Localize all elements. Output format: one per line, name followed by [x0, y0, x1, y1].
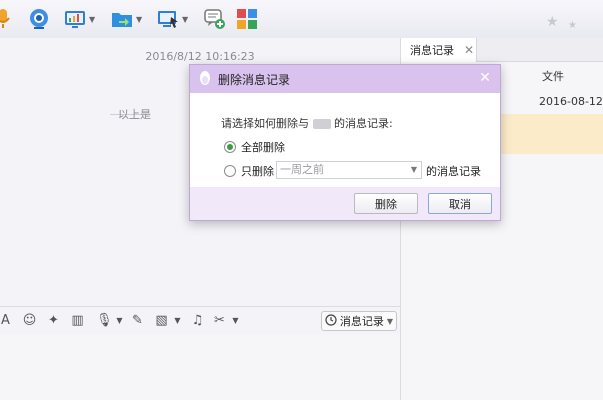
chevron-down-icon: ▼	[386, 316, 394, 326]
create-group-button[interactable]	[204, 6, 226, 32]
create-group-icon	[204, 8, 226, 30]
chevron-down-icon[interactable]: ▼	[182, 15, 188, 24]
delete-record-dialog: 删除消息记录 ✕ 请选择如何删除与 的消息记录: 全部删除 只删除 一周之前 ▼…	[189, 64, 501, 221]
time-range-select[interactable]: 一周之前 ▼	[276, 161, 422, 179]
main-toolbar: ▼ ▼ ▼ ★ ★	[0, 0, 603, 38]
dialog-footer: 删除 取消	[190, 187, 500, 220]
star-decoration-icon: ★	[546, 14, 559, 30]
chevron-down-icon[interactable]: ▼	[170, 313, 185, 328]
image-icon[interactable]: ▧	[154, 313, 169, 328]
time-range-value: 一周之前	[280, 163, 324, 176]
tab-label: 消息记录	[410, 44, 454, 57]
remote-desktop-icon	[157, 8, 179, 30]
edit-icon[interactable]: ✎	[130, 313, 145, 328]
dialog-prompt: 请选择如何删除与 的消息记录:	[221, 115, 393, 131]
prompt-suffix: 的消息记录:	[334, 117, 393, 130]
message-record-label: 消息记录	[339, 315, 384, 328]
music-icon[interactable]: ♫	[190, 313, 205, 328]
close-icon[interactable]: ✕	[478, 71, 492, 85]
voice-message-icon[interactable]: 🎙	[96, 313, 113, 328]
input-toolbar: A ☺ ✦ ▥ 🎙 ▼ ✎ ▧ ▼ ♫ ✂ ▼ 消息记录 ▼	[0, 306, 400, 334]
camera-icon	[28, 8, 50, 30]
radio-delete-all[interactable]	[224, 141, 236, 153]
voice-call-button[interactable]	[0, 6, 18, 32]
radio-delete-only[interactable]	[224, 165, 236, 177]
option-delete-all[interactable]: 全部删除	[224, 139, 285, 155]
apps-icon	[236, 8, 258, 30]
prompt-text: 请选择如何删除与	[221, 117, 309, 130]
magic-wand-icon[interactable]: ✦	[46, 313, 61, 328]
dialog-title-bar: 删除消息记录 ✕	[190, 65, 500, 93]
tab-message-record[interactable]: 消息记录 ✕	[401, 38, 477, 62]
font-icon[interactable]: A	[0, 313, 13, 328]
screen-share-button[interactable]: ▼	[64, 6, 95, 32]
star-decoration-icon: ★	[568, 20, 577, 31]
message-record-button[interactable]: 消息记录 ▼	[321, 311, 397, 331]
shake-window-icon[interactable]: ▥	[70, 313, 85, 328]
dialog-body: 请选择如何删除与 的消息记录: 全部删除 只删除 一周之前 ▼ 的消息记录	[190, 93, 500, 187]
row-date: 2016-08-12	[539, 95, 603, 108]
message-timestamp: 2016/8/12 10:16:23	[145, 50, 255, 63]
chevron-down-icon[interactable]: ▼	[89, 15, 95, 24]
screen-share-icon	[64, 8, 86, 30]
chevron-down-icon: ▼	[410, 165, 417, 174]
cancel-button[interactable]: 取消	[428, 193, 492, 214]
clock-icon	[325, 313, 337, 329]
screenshot-scissors-icon[interactable]: ✂	[212, 313, 227, 328]
earlier-messages-hint: 以上是	[118, 108, 151, 121]
option-delete-only[interactable]: 只删除	[224, 163, 274, 179]
chevron-down-icon[interactable]: ▼	[112, 313, 127, 328]
option-delete-only-label: 只删除	[241, 165, 274, 178]
redacted-contact-name	[312, 119, 331, 129]
penguin-logo-icon	[198, 70, 212, 89]
apps-button[interactable]	[236, 6, 258, 32]
column-header-file[interactable]: 文件	[542, 68, 564, 84]
delete-button[interactable]: 删除	[354, 193, 418, 214]
message-input[interactable]	[0, 334, 400, 400]
file-transfer-icon	[111, 8, 133, 30]
range-suffix: 的消息记录	[426, 165, 481, 178]
dialog-title: 删除消息记录	[218, 72, 291, 87]
chevron-down-icon[interactable]: ▼	[228, 313, 243, 328]
emoji-icon[interactable]: ☺	[22, 313, 37, 328]
video-call-button[interactable]	[28, 6, 50, 32]
option-delete-all-label: 全部删除	[241, 141, 285, 154]
remote-desktop-button[interactable]: ▼	[157, 6, 188, 32]
close-tab-icon[interactable]: ✕	[464, 43, 474, 57]
mic-icon	[0, 8, 18, 30]
file-transfer-button[interactable]: ▼	[111, 6, 142, 32]
chevron-down-icon[interactable]: ▼	[136, 15, 142, 24]
